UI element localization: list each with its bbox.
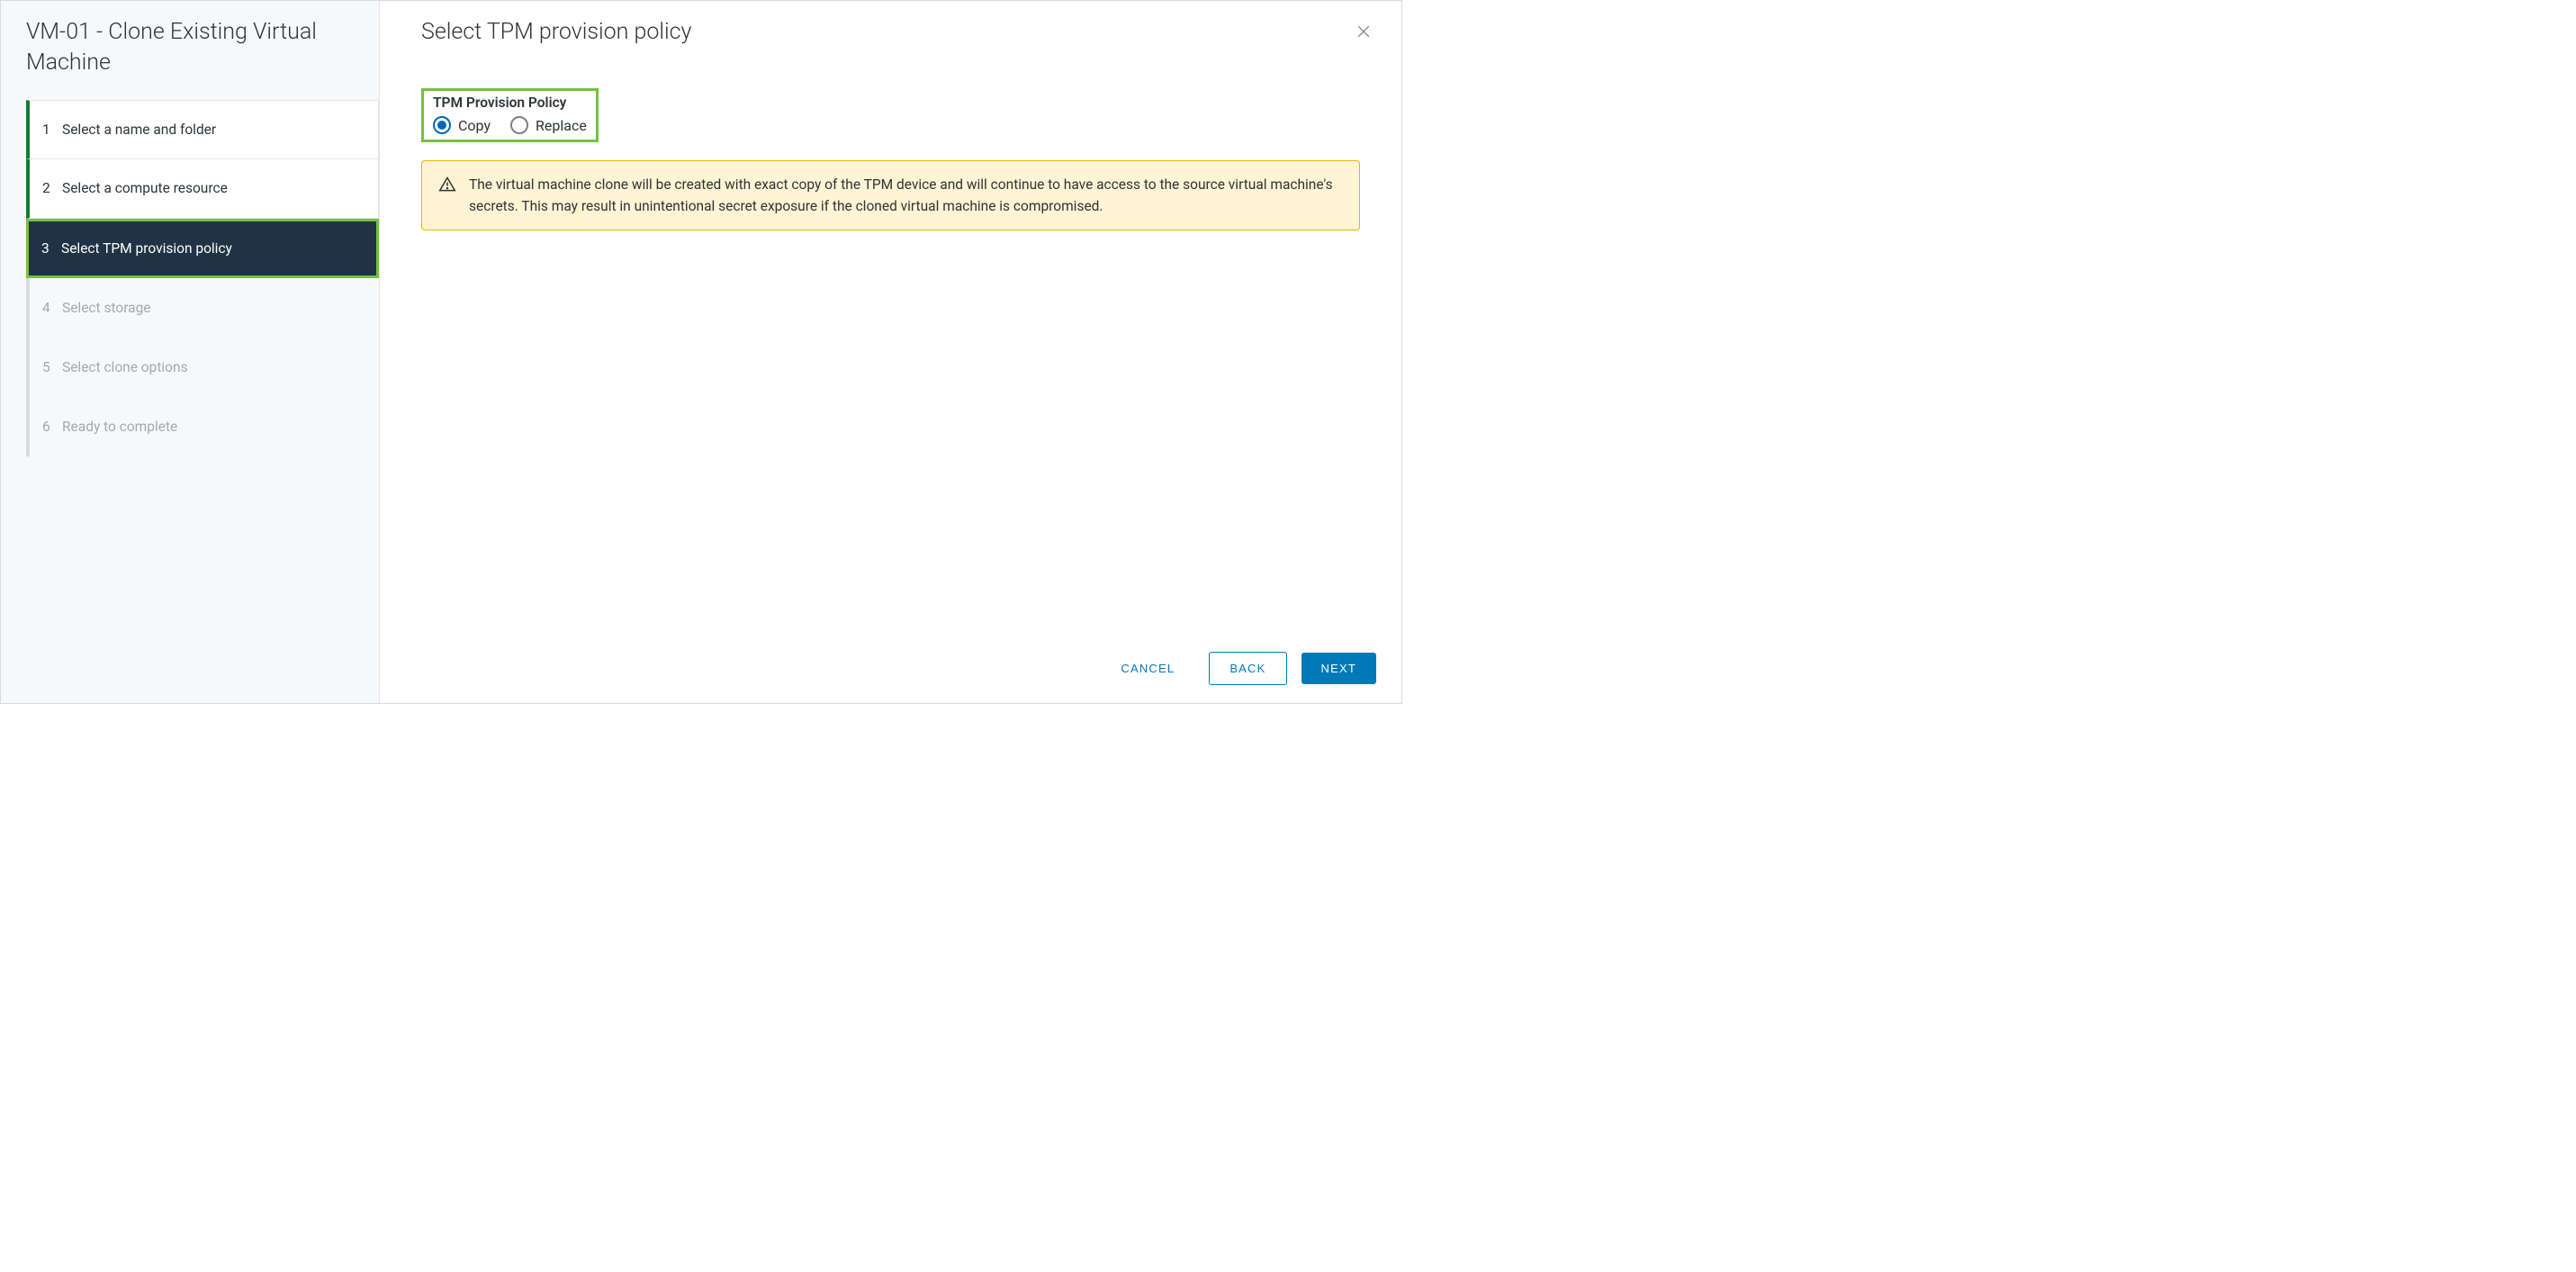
step-label: Select TPM provision policy — [61, 240, 232, 257]
close-button[interactable] — [1351, 19, 1376, 47]
close-icon — [1355, 23, 1373, 43]
step-label: Ready to complete — [62, 419, 177, 435]
warning-icon — [438, 176, 456, 217]
step-compute-resource[interactable]: 2 Select a compute resource — [26, 159, 379, 219]
page-header: Select TPM provision policy — [380, 1, 1401, 56]
tpm-policy-radio-row: Copy Replace — [433, 116, 587, 134]
radio-replace[interactable]: Replace — [510, 116, 587, 134]
back-button[interactable]: BACK — [1209, 652, 1286, 685]
wizard-steps: 1 Select a name and folder 2 Select a co… — [1, 100, 379, 456]
next-button[interactable]: NEXT — [1302, 653, 1376, 684]
step-tpm-provision-policy[interactable]: 3 Select TPM provision policy — [26, 219, 379, 278]
step-select-storage: 4 Select storage — [26, 278, 379, 338]
step-clone-options: 5 Select clone options — [26, 338, 379, 397]
wizard-title: VM-01 - Clone Existing Virtual Machine — [1, 17, 379, 100]
wizard-sidebar: VM-01 - Clone Existing Virtual Machine 1… — [1, 1, 380, 703]
page-body: TPM Provision Policy Copy Replace — [380, 56, 1401, 637]
wizard-dialog: VM-01 - Clone Existing Virtual Machine 1… — [0, 0, 1402, 704]
page-title: Select TPM provision policy — [421, 19, 691, 45]
step-number: 6 — [42, 419, 62, 435]
step-label: Select storage — [62, 300, 151, 316]
radio-replace-label: Replace — [536, 117, 587, 134]
warning-text: The virtual machine clone will be create… — [469, 174, 1343, 217]
step-number: 4 — [42, 300, 62, 316]
wizard-main: Select TPM provision policy TPM Provisio… — [380, 1, 1401, 703]
radio-icon — [433, 116, 451, 134]
step-number: 1 — [42, 122, 62, 138]
wizard-footer: CANCEL BACK NEXT — [380, 637, 1401, 703]
radio-copy-label: Copy — [458, 117, 491, 134]
warning-alert: The virtual machine clone will be create… — [421, 160, 1360, 230]
step-label: Select clone options — [62, 359, 188, 375]
step-number: 5 — [42, 359, 62, 375]
step-label: Select a compute resource — [62, 180, 228, 196]
step-label: Select a name and folder — [62, 122, 216, 138]
tpm-policy-group: TPM Provision Policy Copy Replace — [421, 88, 599, 142]
cancel-button[interactable]: CANCEL — [1101, 653, 1194, 684]
step-number: 2 — [42, 180, 62, 196]
step-name-and-folder[interactable]: 1 Select a name and folder — [26, 100, 379, 159]
step-number: 3 — [41, 240, 61, 257]
step-ready-to-complete: 6 Ready to complete — [26, 397, 379, 456]
radio-copy[interactable]: Copy — [433, 116, 491, 134]
tpm-policy-label: TPM Provision Policy — [433, 95, 587, 111]
radio-icon — [510, 116, 528, 134]
